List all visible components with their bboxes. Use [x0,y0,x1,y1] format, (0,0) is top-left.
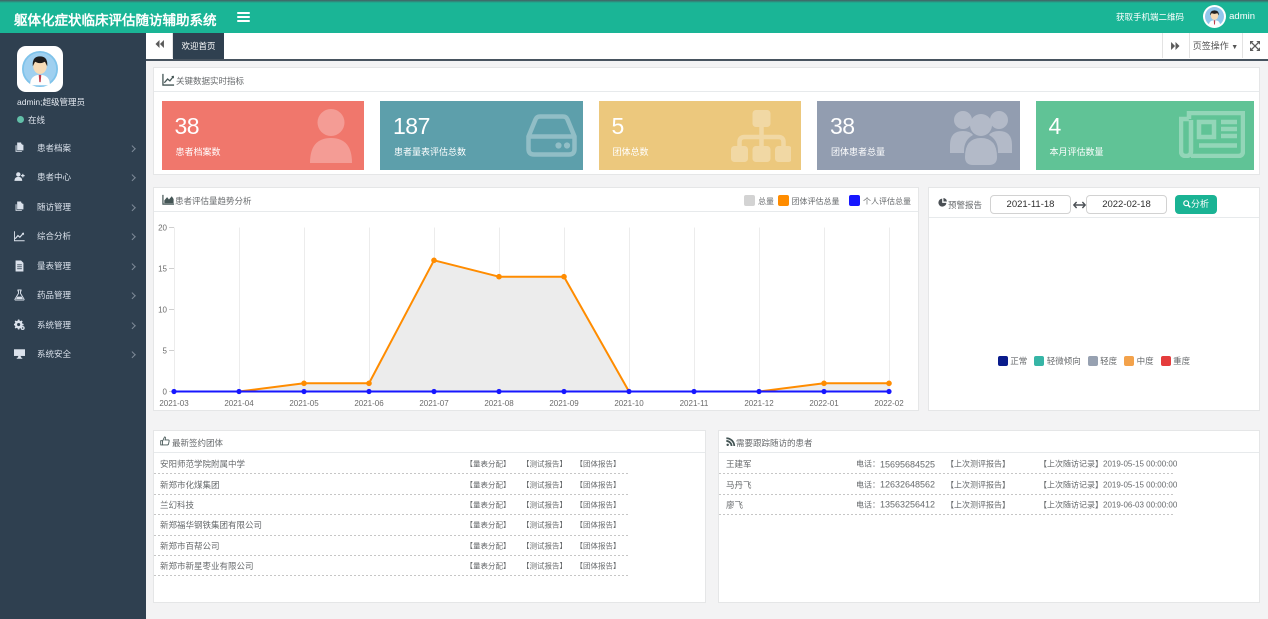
svg-text:2021-09: 2021-09 [549,399,579,408]
svg-text:2021-05: 2021-05 [289,399,319,408]
svg-text:5: 5 [163,347,168,356]
svg-text:2021-12: 2021-12 [744,399,774,408]
svg-text:0: 0 [163,388,168,397]
svg-text:2021-08: 2021-08 [484,399,514,408]
svg-text:15: 15 [158,265,167,274]
svg-text:2021-03: 2021-03 [159,399,189,408]
svg-text:2021-07: 2021-07 [419,399,449,408]
svg-text:2021-04: 2021-04 [224,399,254,408]
svg-text:2021-11: 2021-11 [680,399,709,408]
svg-text:2022-01: 2022-01 [809,399,839,408]
svg-text:2021-10: 2021-10 [614,399,644,408]
svg-text:10: 10 [158,306,167,315]
svg-text:2021-06: 2021-06 [354,399,384,408]
svg-text:2022-02: 2022-02 [874,399,904,408]
svg-text:20: 20 [158,224,167,233]
